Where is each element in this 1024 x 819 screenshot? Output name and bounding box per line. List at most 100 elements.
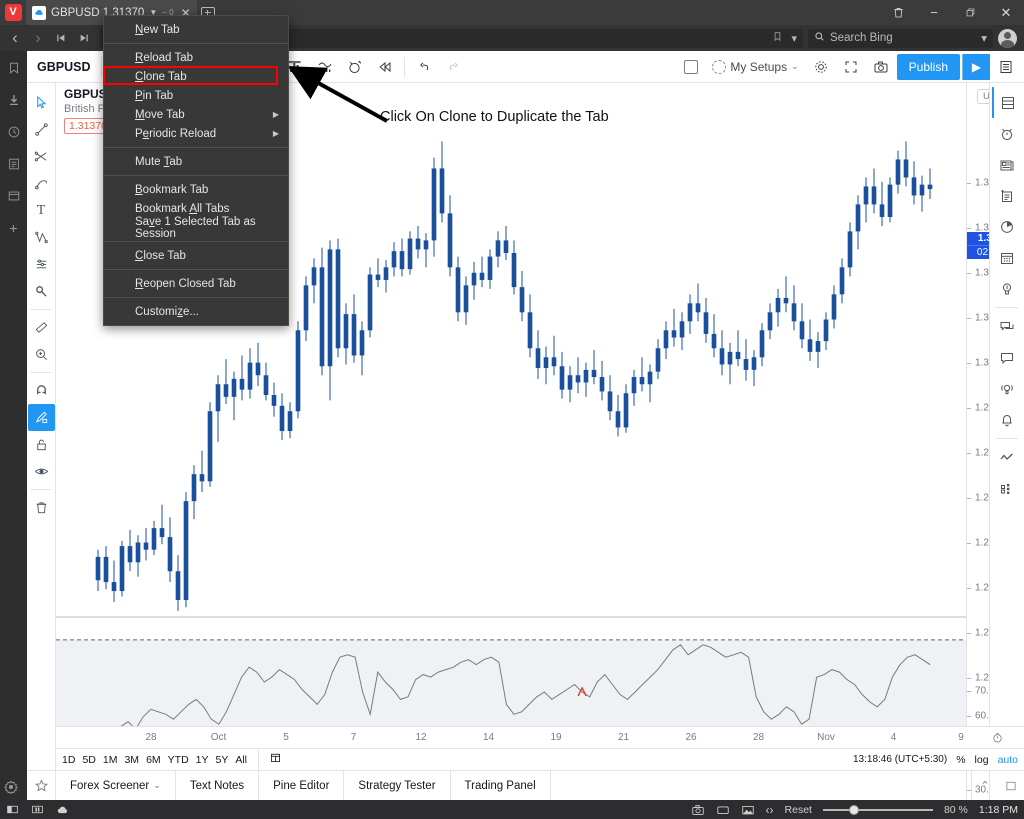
bottom-tab-strategy-tester[interactable]: Strategy Tester [344,771,451,800]
avatar[interactable] [994,25,1020,51]
menu-item-bookmark-tab[interactable]: Bookmark Tab [104,180,288,199]
broadcast-icon[interactable] [992,373,1022,404]
image-icon[interactable] [741,803,755,817]
columns-icon[interactable] [31,803,44,816]
trend-line-tool[interactable] [28,116,55,143]
ruler-tool[interactable] [28,314,55,341]
pattern-tool[interactable] [28,224,55,251]
bottom-tab-forex-screener[interactable]: Forex Screener ⌄ [56,771,176,800]
gear-icon[interactable] [807,54,835,80]
cursor-tool[interactable] [28,89,55,116]
minimize-button[interactable]: − [916,0,952,25]
symbol-button[interactable]: GBPUSD [31,54,96,80]
menu-item-pin-tab[interactable]: Pin Tab [104,86,288,105]
menu-item-new-tab[interactable]: New Tab [104,20,288,39]
bottom-tab-pine-editor[interactable]: Pine Editor [259,771,345,800]
camera-icon[interactable] [867,54,895,80]
expand-icon[interactable] [998,771,1024,800]
data-window-icon[interactable] [992,211,1022,242]
stream-icon[interactable] [992,442,1022,473]
menu-item-reopen-closed-tab[interactable]: Reopen Closed Tab [104,274,288,293]
fullscreen-icon[interactable] [837,54,865,80]
bookmarks-panel-icon[interactable] [5,59,23,77]
watchlist-icon[interactable] [992,87,1022,118]
bottom-tab-trading-panel[interactable]: Trading Panel [451,771,551,800]
menu-item-customize[interactable]: Customize... [104,302,288,321]
calendar-icon[interactable] [269,751,282,769]
brush-tool[interactable] [28,170,55,197]
hotlist-icon[interactable] [992,273,1022,304]
bottom-tab-text-notes[interactable]: Text Notes [176,771,260,800]
vivaldi-logo-icon[interactable]: V [0,0,26,25]
range-button-1y[interactable]: 1Y [196,754,209,766]
notifications-icon[interactable] [992,404,1022,435]
window-icon[interactable] [716,803,730,817]
publish-button[interactable]: Publish [896,53,960,80]
lock-drawings-tool[interactable] [27,404,55,431]
close-button[interactable]: ✕ [988,0,1024,25]
clock-icon[interactable] [991,731,1004,747]
zoom-slider[interactable] [822,804,933,815]
range-button-1d[interactable]: 1D [62,754,75,766]
public-chat-icon[interactable] [992,342,1022,373]
range-button-5d[interactable]: 5D [82,754,95,766]
menu-item-close-tab[interactable]: Close Tab [104,246,288,265]
reset-zoom-button[interactable]: Reset [785,804,812,816]
tab-context-menu[interactable]: New Tab Reload Tab Clone Tab Pin Tab Move Ta… [103,15,289,326]
zoom-tool[interactable] [28,341,55,368]
back-button[interactable]: ‹ [4,27,26,49]
menu-item-move-tab[interactable]: Move Tab ▶ [104,105,288,124]
camera-icon[interactable] [691,803,705,817]
range-button-ytd[interactable]: YTD [168,754,189,766]
log-scale-button[interactable]: log [975,754,989,766]
window-panel-icon[interactable] [5,187,23,205]
history-panel-icon[interactable] [5,123,23,141]
vivaldi-settings-icon[interactable] [4,780,18,797]
menu-item-save-1-selected-tab-as-session[interactable]: Save 1 Selected Tab as Session [104,216,288,240]
list-icon[interactable] [992,54,1020,80]
range-button-1m[interactable]: 1M [103,754,118,766]
menu-item-clone-tab[interactable]: Clone Tab [104,67,288,86]
hide-drawings-tool[interactable] [28,458,55,485]
percent-scale-button[interactable]: % [956,754,965,766]
address-dropdown-icon[interactable]: ▾ [791,32,797,45]
unlock-tool[interactable] [28,431,55,458]
calendar-icon[interactable] [992,242,1022,273]
bookmark-icon[interactable] [772,31,783,45]
remove-drawings-tool[interactable] [28,494,55,521]
range-button-5y[interactable]: 5Y [216,754,229,766]
news-icon[interactable] [992,149,1022,180]
fastforward-button[interactable] [73,27,95,49]
forecast-tool[interactable] [28,251,55,278]
search-dropdown-icon[interactable]: ▾ [981,31,987,45]
search-bar[interactable]: Search Bing ▾ [808,28,993,48]
star-icon[interactable] [27,771,56,800]
add-panel-icon[interactable]: + [5,219,23,237]
auto-scale-button[interactable]: auto [998,754,1018,766]
time-axis[interactable]: 28 Oct 5 7 12 14 19 21 26 28 Nov 4 9 [56,726,1024,748]
code-icon[interactable]: ‹› [766,803,774,817]
menu-item-mute-tab[interactable]: Mute Tab [104,152,288,171]
my-setups-button[interactable]: My Setups ⌄ [706,54,804,80]
maximize-button[interactable] [952,0,988,25]
range-button-all[interactable]: All [235,754,247,766]
trash-icon[interactable] [880,0,916,25]
menu-item-periodic-reload[interactable]: Periodic Reload ▶ [104,124,288,143]
alerts-icon[interactable] [992,118,1022,149]
range-button-6m[interactable]: 6M [146,754,161,766]
downloads-panel-icon[interactable] [5,91,23,109]
taskview-icon[interactable] [6,803,19,816]
notes-panel-icon[interactable] [5,155,23,173]
ideas-icon[interactable] [992,180,1022,211]
forward-button[interactable]: › [27,27,49,49]
range-button-3m[interactable]: 3M [124,754,139,766]
cloud-icon[interactable] [56,803,70,817]
play-button[interactable]: ▶ [962,53,990,80]
menu-item-reload-tab[interactable]: Reload Tab [104,48,288,67]
blocks-icon[interactable] [992,473,1022,504]
chat-icon[interactable] [992,311,1022,342]
chevron-up-icon[interactable]: ⌃ [972,771,998,800]
text-tool[interactable]: T [28,197,55,224]
magnet-tool[interactable] [28,377,55,404]
rewind-button[interactable] [50,27,72,49]
